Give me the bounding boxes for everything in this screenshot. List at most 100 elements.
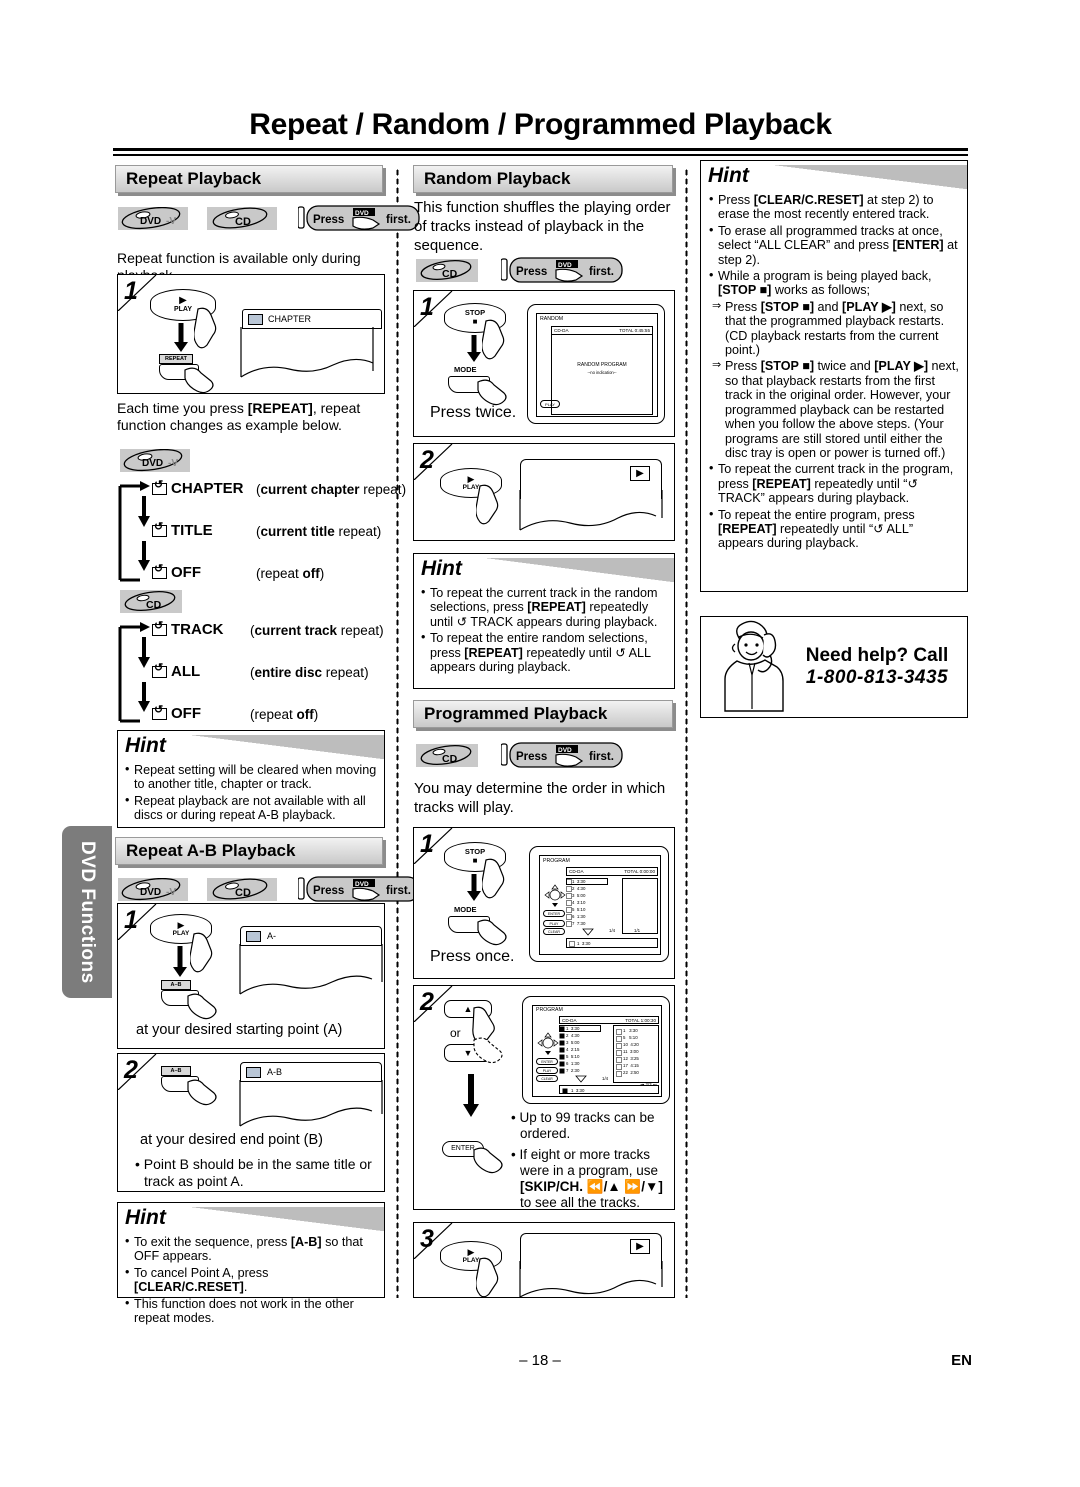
osd-page-left: 1/4	[602, 1076, 609, 1081]
flow-desc-rest: repeat	[322, 665, 365, 680]
flow-desc-bold-tail: off	[296, 707, 314, 722]
disc-icon-dvd-v: DVD -V	[118, 206, 188, 230]
osd-right-pane	[622, 878, 658, 934]
hint-item: To repeat the current track in the rando…	[421, 585, 667, 629]
hint-title: Hint	[414, 554, 674, 584]
repeat-key-label: REPEAT	[165, 356, 187, 362]
track-tag-icon	[569, 941, 575, 947]
osd-selected-bar: 1 3:30	[566, 938, 658, 948]
hint-wedge-decoration	[486, 558, 674, 582]
track-item: 22 2:50	[623, 1070, 639, 1075]
osd-program-inner: PROGRAM CD-DA TOTAL 1:00:30 1 3:30 2 4:3…	[532, 1005, 662, 1097]
step-slash	[118, 1054, 157, 1090]
section-heading-label: Repeat A-B Playback	[126, 841, 296, 860]
play-indicator-badge: ▶	[630, 1239, 650, 1254]
repeat-after-step-text: Each time you press [REPEAT], repeat fun…	[117, 400, 361, 433]
svg-text:CD: CD	[146, 599, 162, 611]
osd-track-list-left: 1 3:30 2 4:30 3 5:00 4 2:15 5 5:10 6 1:3…	[559, 1025, 601, 1083]
flow-desc-title: (current title repeat)	[256, 524, 382, 539]
osd-disc-type: CD-DA	[554, 328, 569, 333]
disc-icon-dvd-v-flow: DVD -V	[120, 449, 190, 472]
ab-key-label: A–B	[170, 1068, 182, 1074]
flow-desc-bold: current title	[260, 524, 335, 539]
track-item: 1 3:30	[566, 1026, 580, 1031]
osd-random-line1: RANDOM PROGRAM	[577, 362, 627, 368]
need-help-box: Need help? Call 1-800-813-3435	[700, 616, 968, 718]
osd-key-enter-label: ENTER	[547, 912, 561, 916]
repeat-ab-step1-caption: at your desired starting point (A)	[136, 1022, 343, 1038]
osd-chapter-strip: CHAPTER	[242, 309, 382, 329]
osd-selected-bar: 1 3:30	[559, 1085, 659, 1094]
section-heading-repeat-playback: Repeat Playback	[115, 165, 383, 193]
repeat-key-cap: REPEAT	[159, 354, 193, 364]
hint-box-program: Hint Press [CLEAR/C.RESET] at step 2) to…	[700, 160, 968, 592]
section-heading-programmed-playback: Programmed Playback	[413, 700, 673, 728]
hint-item: To exit the sequence, press [A-B] so tha…	[125, 1234, 377, 1264]
flow-desc-chapter: (current chapter repeat)	[256, 482, 407, 497]
track-item: 4 2:15	[566, 1047, 580, 1052]
svg-text:Press: Press	[516, 266, 547, 278]
hint-title-label: Hint	[421, 557, 462, 580]
hand-icon-2-dashed	[473, 1037, 503, 1064]
disc-icon-cd: CD	[206, 206, 277, 230]
osd-program-screen-1: PROGRAM CD-DA TOTAL 0:00:00 1 3:30 2 4:3…	[529, 846, 669, 962]
hint-item: To repeat the current track in the progr…	[709, 461, 959, 505]
track-item: 5 5:10	[566, 1054, 580, 1059]
osd-title: PROGRAM	[543, 858, 570, 864]
section-heading-repeat-ab: Repeat A-B Playback	[115, 837, 383, 865]
osd-ab-text: A-B	[267, 1067, 283, 1077]
osd-disc-type: CD-DA	[562, 1017, 577, 1023]
repeat-ab-step2-caption: at your desired end point (B)	[140, 1132, 323, 1148]
flow-desc-rest: repeat	[334, 524, 377, 539]
flow-desc-bold-tail: off	[302, 566, 320, 581]
track-item: 1 3:30	[572, 879, 586, 884]
hint-item: To cancel Point A, press [CLEAR/C.RESET]…	[125, 1265, 377, 1295]
note-text: If eight or more tracks were in a progra…	[519, 1147, 663, 1210]
osd-title: PROGRAM	[536, 1007, 563, 1013]
osd-total-time: TOTAL 0:00:00	[624, 869, 655, 874]
disc-badges-repeat-ab: DVD -V CD Press DVD first.	[118, 876, 420, 902]
programmed-intro-text: You may determine the order in which tra…	[414, 780, 666, 816]
or-label: or	[450, 1026, 461, 1040]
repeat-ab-step-2-box: 2 A–B A-B at your desired end point (B) …	[117, 1053, 385, 1192]
column-separator-right	[685, 168, 688, 1298]
play-indicator-badge: ▶	[630, 466, 650, 481]
hint-title-label: Hint	[125, 1206, 166, 1229]
hint-item: Repeat setting will be cleared when movi…	[125, 762, 377, 792]
svg-text:-V: -V	[168, 458, 178, 469]
hint-subitem: Press [STOP ■] twice and [PLAY ▶] next, …	[709, 358, 959, 460]
svg-text:DVD: DVD	[142, 458, 163, 469]
repeat-indicator-icon	[246, 1067, 261, 1078]
hint-item: Press [CLEAR/C.RESET] at step 2) to eras…	[709, 192, 959, 222]
title-rule-bottom	[113, 154, 968, 156]
disc-icon-dvd-v: DVD -V	[118, 877, 188, 901]
ab-key-label: A–B	[170, 982, 182, 988]
press-dvd-first-badge: Press DVD first.	[500, 742, 623, 768]
svg-text:DVD: DVD	[140, 887, 161, 898]
flow-desc-rest: repeat	[337, 623, 380, 638]
stop-key-label: STOP	[464, 847, 486, 856]
svg-text:-V: -V	[166, 216, 176, 227]
flow-row-track: TRACK	[152, 620, 224, 638]
track-item: 6 1:30	[566, 1061, 580, 1066]
flow-desc-rest: repeat	[254, 707, 297, 722]
programmed-step-1-box: 1 STOP ■ MODE Press once. PROGRAM CD-DA	[413, 827, 675, 979]
section-heading-label: Programmed Playback	[424, 704, 608, 723]
osd-page-right: 1/1	[634, 928, 641, 933]
hint-item: To erase all programmed tracks at once, …	[709, 223, 959, 267]
track-item: 2 4:30	[566, 1033, 580, 1038]
osd-key-enter: ENTER	[543, 910, 565, 917]
screen-wave-line	[239, 1080, 383, 1127]
flow-desc-bold: entire disc	[254, 665, 323, 680]
flow-label: OFF	[171, 705, 201, 722]
hint-wedge-decoration	[192, 1207, 384, 1231]
flow-row-title: TITLE	[152, 521, 213, 539]
repeat-icon	[152, 521, 167, 538]
footer-page-number: – 18 –	[519, 1352, 561, 1369]
random-step-2-box: 2 ▶ PLAY ▶	[413, 443, 675, 541]
screen-wave-line	[240, 327, 374, 378]
osd-title: RANDOM	[540, 316, 564, 322]
dpad-icon	[544, 884, 566, 907]
arrow-down-icon	[173, 946, 187, 977]
osd-key-clear-label: CLEAR	[548, 930, 560, 934]
